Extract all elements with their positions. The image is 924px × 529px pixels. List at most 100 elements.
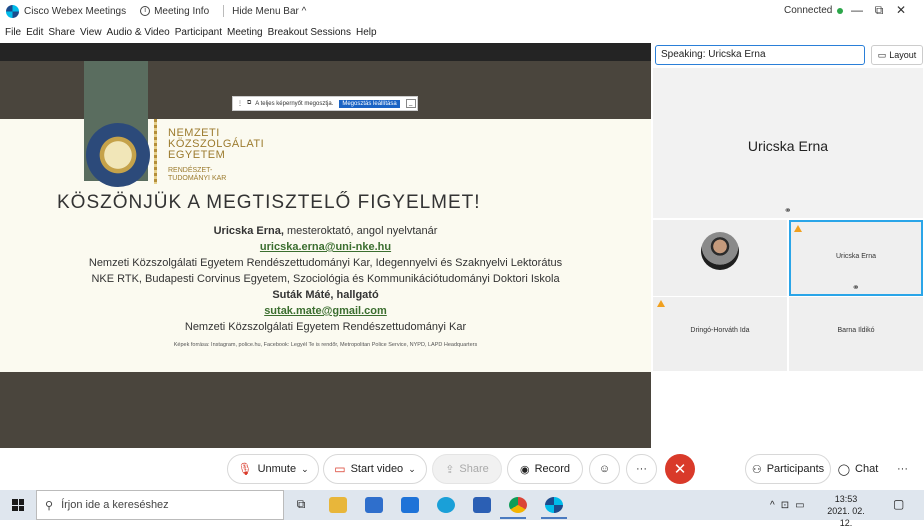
mic-muted-icon: ⚭	[784, 205, 792, 215]
drag-handle-icon[interactable]: ⋮	[237, 100, 243, 107]
app-name: Cisco Webex Meetings	[24, 5, 127, 17]
chevron-down-icon[interactable]: ⌄	[301, 464, 309, 475]
panel-more-button[interactable]: ···	[887, 454, 918, 484]
chevron-down-icon[interactable]: ⌄	[408, 464, 416, 475]
video-off-icon: ▭	[334, 462, 346, 476]
menu-audio-video[interactable]: Audio & Video	[107, 27, 170, 38]
participant-tile-uricska[interactable]: Uricska Erna ⚭	[789, 220, 923, 296]
menu-participant[interactable]: Participant	[175, 27, 222, 38]
minimize-button[interactable]: —	[846, 3, 868, 18]
person-icon: ⚇	[751, 463, 762, 476]
layout-icon: ▭	[877, 49, 887, 60]
avatar	[701, 232, 739, 270]
speaking-name: Uricska Erna	[708, 49, 766, 60]
close-icon: ✕	[673, 461, 687, 478]
menu-meeting[interactable]: Meeting	[227, 27, 263, 38]
warning-icon	[794, 225, 802, 232]
hide-menu-label: Hide Menu Bar ^	[232, 5, 307, 17]
menu-share[interactable]: Share	[48, 27, 75, 38]
notification-icon[interactable]: ▢	[893, 497, 904, 511]
video-panel: Speaking: Uricska Erna ▭ Layout Uricska …	[651, 43, 924, 448]
taskbar-search-box[interactable]: ⚲ Írjon ide a kereséshez	[36, 490, 284, 520]
start-button[interactable]	[0, 499, 36, 511]
record-button[interactable]: ◉ Record	[507, 454, 583, 484]
clock[interactable]: 13:53 2021. 02. 12.	[826, 493, 866, 529]
participant-tile-dringo[interactable]: Dringó-Horváth Ida	[653, 297, 787, 371]
chat-bubble-icon: ◯	[837, 463, 851, 476]
image-credits: Képek forrása: Instagram, police.hu, Fac…	[173, 342, 478, 348]
minimize-share-bar-button[interactable]: _	[405, 99, 416, 108]
speaker1-name: Uricska Erna,	[213, 225, 284, 237]
speaking-indicator: Speaking: Uricska Erna	[655, 45, 865, 65]
meeting-controls: 🎙︎ Unmute ⌄ ▭ Start video ⌄ ⇪ Share ◉ Re…	[0, 448, 924, 490]
task-view-icon[interactable]: ⧉	[292, 497, 310, 513]
chat-button[interactable]: ◯ Chat	[832, 454, 884, 484]
unmute-button[interactable]: 🎙︎ Unmute ⌄	[227, 454, 319, 484]
webex-taskbar-icon[interactable]	[545, 497, 563, 513]
mail-icon[interactable]	[401, 497, 419, 513]
record-icon: ◉	[519, 463, 530, 476]
battery-icon[interactable]: ▭	[795, 500, 804, 511]
slide-footer-band	[0, 372, 651, 448]
edge-icon[interactable]	[437, 497, 455, 513]
speaker2-email-link[interactable]: sutak.mate@gmail.com	[264, 305, 387, 317]
menu-bar: File Edit Share View Audio & Video Parti…	[0, 22, 924, 43]
search-icon: ⚲	[45, 499, 54, 512]
more-icon: ···	[897, 463, 908, 475]
menu-view[interactable]: View	[80, 27, 102, 38]
speaker2-name: Suták Máté, hallgató	[272, 289, 379, 301]
divider	[223, 5, 225, 17]
reactions-button[interactable]: ☺	[589, 454, 620, 484]
start-video-button[interactable]: ▭ Start video ⌄	[323, 454, 427, 484]
speaker1-role: mesteroktató, angol nyelvtanár	[283, 225, 438, 237]
participants-label: Participants	[766, 463, 825, 475]
speaking-prefix: Speaking:	[661, 49, 709, 60]
menu-edit[interactable]: Edit	[26, 27, 43, 38]
logo-line: EGYETEM	[168, 149, 226, 161]
chevron-up-icon[interactable]: ^	[770, 500, 775, 511]
menu-file[interactable]: File	[5, 27, 21, 38]
layout-label: Layout	[889, 50, 917, 60]
network-icon[interactable]: ⊡	[781, 500, 789, 511]
status-dot-icon	[837, 7, 844, 14]
start-video-label: Start video	[350, 463, 404, 475]
info-icon: i	[140, 6, 151, 16]
speaker1-email-link[interactable]: uricska.erna@uni-nke.hu	[260, 241, 391, 253]
clock-date: 2021. 02. 12.	[827, 506, 865, 528]
layout-button[interactable]: ▭ Layout	[871, 45, 923, 65]
close-button[interactable]: ✕	[890, 3, 912, 18]
share-button[interactable]: ⇪ Share	[432, 454, 502, 484]
menu-breakout-sessions[interactable]: Breakout Sessions	[268, 27, 351, 38]
more-options-button[interactable]: ···	[626, 454, 657, 484]
running-indicator	[500, 517, 526, 519]
share-icon: ⇪	[445, 463, 455, 476]
warning-icon	[657, 300, 665, 307]
search-placeholder: Írjon ide a kereséshez	[61, 499, 169, 511]
store-icon[interactable]	[365, 497, 383, 513]
window-controls: — ⧉ ✕	[846, 3, 912, 18]
system-tray: ^ ⊡ ▭	[770, 490, 805, 520]
active-speaker-tile[interactable]: Uricska Erna ⚭	[653, 68, 923, 218]
speaker1-line: Uricska Erna, mesteroktató, angol nyelvt…	[0, 225, 651, 237]
university-logo-text: NEMZETI KÖZSZOLGÁLATI EGYETEM	[168, 128, 264, 161]
chrome-icon[interactable]	[509, 497, 527, 513]
menu-help[interactable]: Help	[356, 27, 377, 38]
restore-button[interactable]: ⧉	[868, 3, 890, 18]
speaker1-doctoral-school: NKE RTK, Budapesti Corvinus Egyetem, Szo…	[91, 273, 560, 285]
leave-meeting-button[interactable]: ✕	[665, 454, 695, 484]
webex-logo-icon	[6, 4, 19, 18]
running-indicator	[541, 517, 567, 519]
file-explorer-icon[interactable]	[329, 497, 347, 513]
hide-menu-bar-button[interactable]: Hide Menu Bar ^	[232, 6, 306, 17]
meeting-info-button[interactable]: i Meeting Info	[140, 6, 209, 17]
participant-tile-barna[interactable]: Barna Ildikó	[789, 297, 923, 371]
windows-logo-icon	[12, 499, 24, 511]
logo-divider	[154, 119, 157, 184]
participant-tile[interactable]	[653, 220, 787, 296]
smiley-icon: ☺	[598, 463, 611, 475]
stop-sharing-button[interactable]: Megosztás leállítása	[339, 99, 400, 108]
participants-button[interactable]: ⚇ Participants	[745, 454, 831, 484]
word-icon[interactable]	[473, 497, 491, 513]
meeting-info-label: Meeting Info	[154, 5, 210, 17]
status-label: Connected	[784, 5, 833, 16]
